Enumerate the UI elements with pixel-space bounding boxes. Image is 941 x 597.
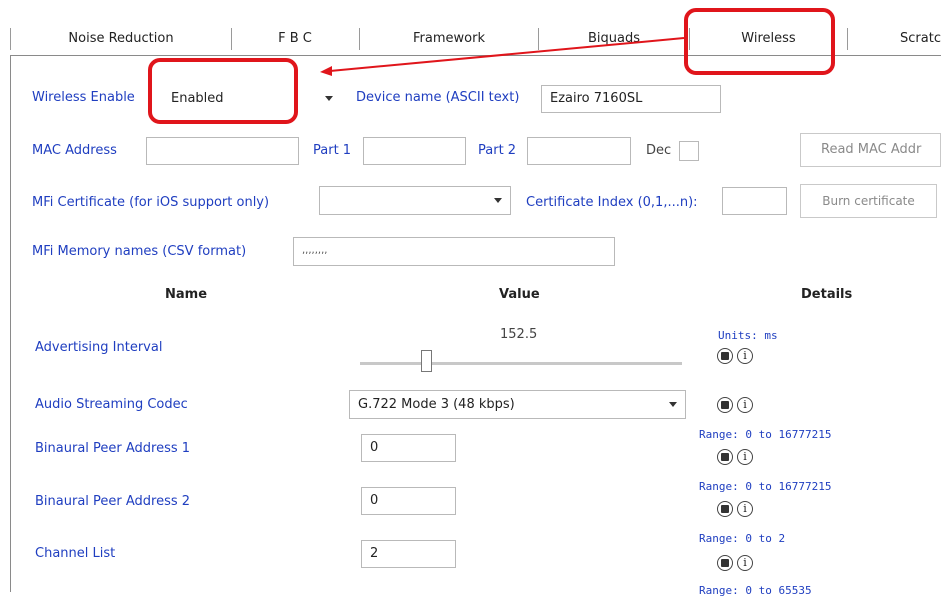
annotation-arrow: [320, 37, 685, 76]
